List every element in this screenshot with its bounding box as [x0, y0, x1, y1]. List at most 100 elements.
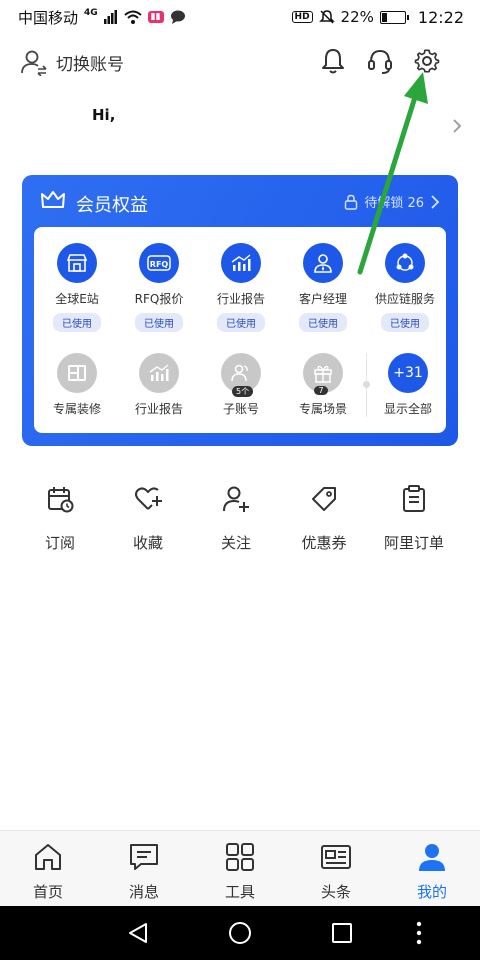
lock-icon [345, 194, 358, 210]
chevron-right-icon [431, 194, 440, 209]
bottom-tab-bar: 首页 消息 工具 头条 我的 [0, 830, 480, 906]
benefit-label: 全球E站 [55, 292, 99, 306]
profile-chevron-right-icon[interactable] [452, 118, 462, 134]
coupons-label: 优惠券 [301, 534, 347, 552]
benefit-account-manager[interactable]: 客户经理 已使用 [283, 243, 363, 332]
used-badge: 已使用 [381, 313, 429, 332]
tab-home-label: 首页 [32, 883, 63, 901]
network-icon [385, 243, 425, 283]
back-icon[interactable] [126, 921, 150, 945]
benefit-industry-report[interactable]: 行业报告 已使用 [201, 243, 281, 332]
benefit-exclusive-scene[interactable]: 7 专属场景 [283, 353, 363, 417]
rfq-icon: RFQ [139, 243, 179, 283]
tab-tools[interactable]: 工具 [192, 831, 288, 906]
recent-apps-icon[interactable] [330, 921, 354, 945]
benefit-global-estation[interactable]: 全球E站 已使用 [37, 243, 117, 332]
manager-icon [303, 243, 343, 283]
greeting-text: Hi, [92, 106, 116, 124]
storefront-icon [57, 243, 97, 283]
benefit-label: 专属场景 [298, 402, 347, 416]
pending-unlock-label: 待解锁 26 [364, 196, 424, 211]
svg-text:RFQ: RFQ [150, 260, 169, 269]
my-profile-page: 中国移动 4G ▮▮ HD 22% 12:22 切换账号 Hi, 会员权益 待解… [0, 0, 480, 960]
follow-label: 关注 [220, 534, 251, 552]
coupon-icon [312, 487, 336, 511]
chat-notification-icon [170, 10, 185, 24]
home-circle-icon[interactable] [228, 921, 252, 945]
benefit-label: 供应链服务 [374, 292, 435, 306]
tools-icon [226, 843, 254, 871]
switch-account-button[interactable]: 切换账号 [20, 48, 124, 76]
member-benefits-card: 会员权益 待解锁 26 全球E站 已使用 RFQ RFQ报价 已使用 行业报告 … [22, 175, 458, 446]
chart-icon [221, 243, 261, 283]
divider-handle [363, 381, 370, 388]
pending-unlock[interactable]: 待解锁 26 [344, 192, 440, 211]
coupons-button[interactable]: 优惠券 [279, 484, 369, 553]
benefit-label: RFQ报价 [134, 292, 184, 306]
benefit-rfq-quote[interactable]: RFQ RFQ报价 已使用 [119, 243, 199, 332]
benefits-grid: 全球E站 已使用 RFQ RFQ报价 已使用 行业报告 已使用 客户经理 已使用… [34, 227, 446, 433]
favorites-button[interactable]: 收藏 [103, 484, 193, 553]
benefit-label: 行业报告 [216, 292, 265, 306]
used-badge: 已使用 [135, 313, 183, 332]
favorites-label: 收藏 [132, 534, 163, 552]
tab-headlines[interactable]: 头条 [288, 831, 384, 906]
settings-gear-icon[interactable] [412, 46, 442, 76]
scene-count-badge: 7 [314, 386, 328, 395]
tab-messages[interactable]: 消息 [96, 831, 192, 906]
benefit-label: 子账号 [222, 402, 259, 416]
member-card-header[interactable]: 会员权益 待解锁 26 [22, 175, 458, 227]
benefit-supply-chain[interactable]: 供应链服务 已使用 [365, 243, 445, 332]
benefit-label: 客户经理 [298, 292, 347, 306]
crown-icon [41, 191, 65, 208]
used-badge: 已使用 [53, 313, 101, 332]
layout-icon [57, 353, 97, 393]
switch-user-icon [21, 50, 47, 76]
tab-mine-label: 我的 [416, 883, 447, 901]
battery-percent: 22% [340, 8, 374, 26]
tab-headlines-label: 头条 [320, 883, 351, 901]
mute-icon [318, 10, 335, 24]
top-bar: 切换账号 [0, 40, 480, 86]
signal-icon [103, 10, 117, 24]
orders-icon [403, 485, 425, 512]
wifi-icon [124, 10, 142, 24]
app-notification-icon: ▮▮ [147, 11, 164, 23]
more-dots-icon[interactable] [414, 921, 424, 945]
message-icon [130, 844, 158, 870]
network-type: 4G [84, 8, 98, 18]
used-badge: 已使用 [299, 313, 347, 332]
favorite-icon [135, 487, 162, 510]
benefit-industry-report-locked[interactable]: 行业报告 [119, 353, 199, 417]
profile-icon [419, 844, 445, 871]
news-icon [321, 845, 351, 869]
show-all-benefits-button[interactable]: +31 显示全部 [370, 353, 446, 417]
tab-home[interactable]: 首页 [0, 831, 96, 906]
switch-account-label: 切换账号 [56, 54, 124, 75]
follow-button[interactable]: 关注 [191, 484, 281, 553]
more-count: +31 [388, 353, 428, 393]
home-icon [35, 844, 61, 870]
tab-mine[interactable]: 我的 [384, 831, 480, 906]
subscribe-button[interactable]: 订阅 [15, 484, 105, 553]
follow-icon [223, 486, 249, 512]
benefit-exclusive-decoration[interactable]: 专属装修 [37, 353, 117, 417]
ali-orders-button[interactable]: 阿里订单 [369, 484, 459, 553]
benefit-label: 专属装修 [52, 402, 101, 416]
used-badge: 已使用 [217, 313, 265, 332]
sub-account-count-badge: 5个 [232, 386, 254, 397]
benefit-sub-accounts[interactable]: 5个 子账号 [201, 353, 281, 417]
show-all-label: 显示全部 [383, 402, 432, 416]
subscribe-label: 订阅 [44, 534, 75, 552]
green-arrow-annotation [357, 72, 428, 275]
customer-service-icon[interactable] [365, 46, 395, 76]
ali-orders-label: 阿里订单 [383, 534, 444, 552]
carrier-name: 中国移动 [18, 8, 79, 27]
member-card-title: 会员权益 [76, 195, 148, 216]
bell-icon[interactable] [318, 46, 348, 76]
clock: 12:22 [417, 7, 464, 27]
system-navigation-bar [0, 906, 480, 960]
status-bar: 中国移动 4G ▮▮ HD 22% 12:22 [0, 0, 480, 34]
subscribe-icon [48, 487, 74, 513]
chart-icon [139, 353, 179, 393]
